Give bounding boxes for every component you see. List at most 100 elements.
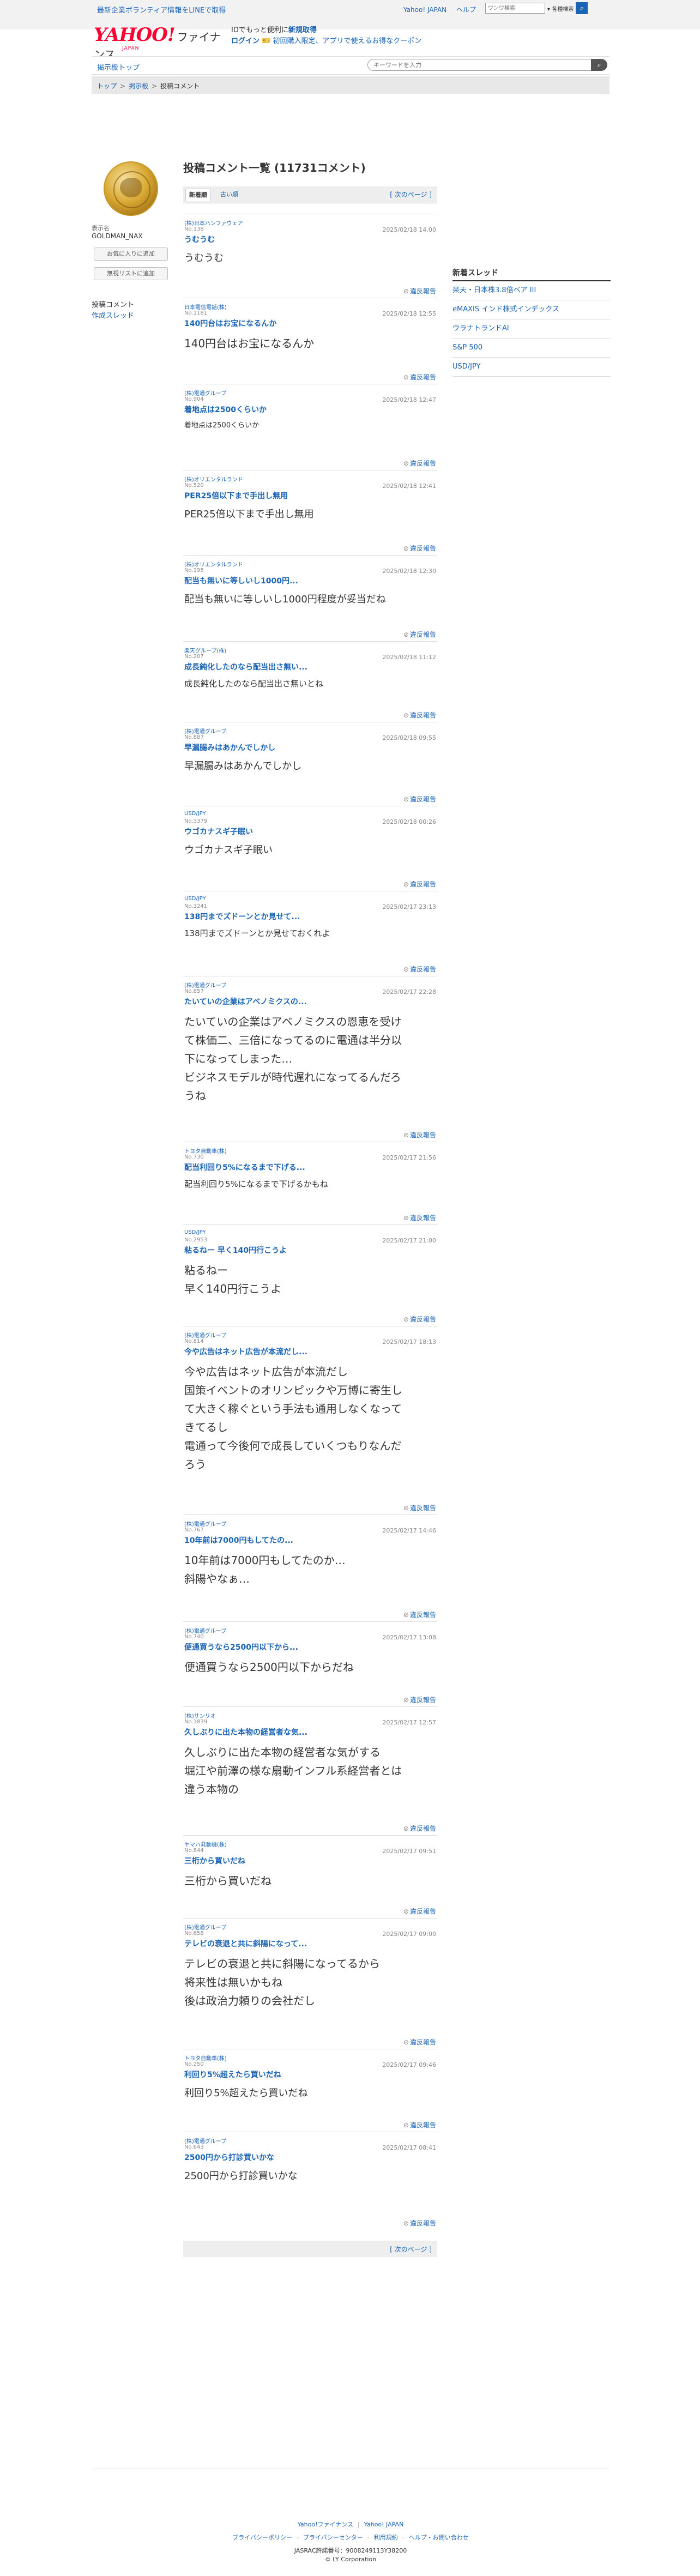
footer-link[interactable]: ヘルプ・お問い合わせ	[409, 2534, 469, 2541]
report-link[interactable]: ⊘ 違反報告	[403, 964, 436, 974]
post-body-line: 利回り5%超えたら買いだね	[184, 2088, 308, 2099]
search-option[interactable]: ▾ 各種検索	[547, 4, 574, 13]
post-title-link[interactable]: ウゴカナスギ子眠い	[184, 826, 253, 837]
report-link[interactable]: ⊘ 違反報告	[403, 286, 436, 295]
thread-link[interactable]: USD/JPY	[452, 358, 611, 377]
board-search-button[interactable]: ⌕	[591, 59, 607, 71]
post-title-link[interactable]: 140円台はお宝になるんか	[184, 318, 276, 329]
report-link[interactable]: ⊘ 違反報告	[403, 544, 436, 553]
post-title-link[interactable]: 着地点は2500くらいか	[184, 404, 267, 415]
report-link[interactable]: ⊘ 違反報告	[403, 794, 436, 804]
report-link[interactable]: ⊘ 違反報告	[403, 1695, 436, 1704]
help-link[interactable]: ヘルプ	[456, 6, 476, 14]
report-link[interactable]: ⊘ 違反報告	[403, 1314, 436, 1324]
post-title-link[interactable]: 三桁から買いだね	[184, 1855, 245, 1866]
post-board-link[interactable]: 楽天グループ(株)	[184, 646, 226, 654]
post-board-link[interactable]: トヨタ自動車(株)	[184, 2054, 227, 2062]
post-board-link[interactable]: (株)電通グループ	[184, 389, 226, 397]
footer-link[interactable]: Yahoo! JAPAN	[364, 2521, 404, 2528]
post-title-link[interactable]: PER25倍以下まで手出し無用	[184, 490, 288, 501]
post-title-link[interactable]: 早漏腸みはあかんでしかし	[184, 742, 275, 753]
follow-button[interactable]: お気に入りに追加	[94, 248, 168, 261]
report-link[interactable]: ⊘ 違反報告	[403, 372, 436, 382]
post-title-link[interactable]: 久しぶりに出た本物の経営者な気...	[184, 1727, 307, 1738]
report-link[interactable]: ⊘ 違反報告	[403, 1907, 436, 1916]
post-board-link[interactable]: (株)オリエンタルランド	[184, 475, 243, 483]
menu-comments[interactable]: 投稿コメント	[92, 299, 134, 309]
coupon-link[interactable]: 初回購入限定、アプリで使えるお得なクーポン	[273, 37, 421, 45]
post-title-link[interactable]: 利回り5%超えたら買いだね	[184, 2069, 281, 2080]
yahoo-finance-logo[interactable]: YAHOO! ファイナンス JAPAN	[94, 24, 230, 61]
post-board-link[interactable]: (株)電通グループ	[184, 1519, 226, 1528]
post-board-link[interactable]: (株)電通グループ	[184, 2137, 226, 2145]
post-body: 10年前は7000円もしてたのか… 斜陽やなぁ…	[184, 1551, 346, 1588]
report-link[interactable]: ⊘ 違反報告	[403, 2218, 436, 2228]
report-link[interactable]: ⊘ 違反報告	[403, 2037, 436, 2047]
post-title-link[interactable]: たいていの企業はアベノミクスの...	[184, 996, 307, 1007]
thread-link[interactable]: eMAXIS インド株式インデックス	[452, 300, 611, 319]
post-title-link[interactable]: 2500円から打診買いかな	[184, 2152, 274, 2163]
footer-link[interactable]: プライバシーポリシー	[232, 2534, 292, 2541]
post-title-link[interactable]: 配当利回り5%になるまで下げる...	[184, 1162, 305, 1173]
thread-link[interactable]: 楽天・日本株3.8倍ベア III	[452, 281, 611, 300]
register-link[interactable]: 新規取得	[288, 26, 317, 34]
report-link[interactable]: ⊘ 違反報告	[403, 2120, 436, 2129]
post-title-link[interactable]: うむうむ	[184, 234, 215, 245]
tab-newest[interactable]: 新着順	[185, 189, 211, 201]
thread-link[interactable]: S&P 500	[452, 339, 611, 358]
report-link[interactable]: ⊘ 違反報告	[403, 879, 436, 889]
post-board-link[interactable]: USD/JPY	[184, 896, 206, 902]
post-board-link[interactable]: (株)電通グループ	[184, 1923, 226, 1931]
breadcrumb-board[interactable]: 掲示板	[129, 82, 148, 90]
line-notice-link[interactable]: 最新企業ボランティア情報をLINEで取得	[97, 4, 226, 15]
post-board-link[interactable]: 日本電信電話(株)	[184, 303, 227, 311]
footer-link[interactable]: 利用規約	[374, 2534, 398, 2541]
top-search-button[interactable]: ⌕	[576, 2, 588, 14]
post-title-link[interactable]: 配当も無いに等しいし1000円...	[184, 575, 298, 586]
next-page-link[interactable]: [ 次のページ ]	[390, 2245, 432, 2254]
post-board-link[interactable]: (株)電通グループ	[184, 981, 226, 989]
menu-threads[interactable]: 作成スレッド	[92, 310, 134, 320]
post-title-link[interactable]: 今や広告はネット広告が本流だし...	[184, 1346, 307, 1357]
post-number: No.207	[184, 654, 204, 660]
post-title-link[interactable]: 138円までズドーンとか見せて...	[184, 911, 300, 922]
board-search-input[interactable]	[367, 59, 591, 71]
post-board-link[interactable]: USD/JPY	[184, 811, 206, 817]
post-board-link[interactable]: (株)電通グループ	[184, 1331, 226, 1339]
post-body-line: 国策イベントのオリンピックや万博に寄生し	[184, 1384, 402, 1397]
mute-button[interactable]: 無視リストに追加	[94, 267, 168, 280]
yahoo-japan-link[interactable]: Yahoo! JAPAN	[403, 6, 446, 14]
report-link[interactable]: ⊘ 違反報告	[403, 1610, 436, 1619]
post-title-link[interactable]: 粘るねー 早く140円行こうよ	[184, 1245, 287, 1256]
post-title-link[interactable]: テレビの衰退と共に斜陽になって...	[184, 1938, 307, 1949]
post-body-line: 配当も無いに等しいし1000円程度が妥当だね	[184, 594, 386, 605]
post-board-link[interactable]: USD/JPY	[184, 1229, 206, 1235]
breadcrumb-top[interactable]: トップ	[97, 82, 117, 90]
footer-link[interactable]: Yahoo!ファイナンス	[298, 2521, 353, 2528]
board-home-link[interactable]: 掲示板トップ	[97, 62, 140, 72]
post-board-link[interactable]: トヨタ自動車(株)	[184, 1147, 227, 1155]
post-board-link[interactable]: (株)サンリオ	[184, 1711, 216, 1720]
top-search-input[interactable]	[485, 3, 545, 14]
report-link[interactable]: ⊘ 違反報告	[403, 459, 436, 468]
post-board-link[interactable]: (株)日本ハンファウェア	[184, 219, 243, 227]
post-title-link[interactable]: 10年前は7000円もしてたの...	[184, 1535, 293, 1546]
footer-link[interactable]: プライバシーセンター	[303, 2534, 363, 2541]
post-board-link[interactable]: (株)電通グループ	[184, 727, 226, 735]
report-link[interactable]: ⊘ 違反報告	[403, 630, 436, 639]
post-title-link[interactable]: 便通買うなら2500円以下から...	[184, 1642, 298, 1652]
login-link[interactable]: ログイン	[231, 37, 260, 45]
tab-oldest[interactable]: 古い順	[217, 189, 242, 201]
post-title-link[interactable]: 成長鈍化したのなら配当出さ無い...	[184, 661, 307, 672]
report-link[interactable]: ⊘ 違反報告	[403, 710, 436, 720]
report-link[interactable]: ⊘ 違反報告	[403, 1130, 436, 1139]
report-label: 違反報告	[409, 1131, 436, 1139]
post-board-link[interactable]: (株)オリエンタルランド	[184, 560, 243, 568]
next-page-link[interactable]: [ 次のページ ]	[390, 190, 432, 199]
thread-link[interactable]: ウラナトランドAI	[452, 319, 611, 339]
post-board-link[interactable]: (株)電通グループ	[184, 1626, 226, 1634]
report-link[interactable]: ⊘ 違反報告	[403, 1503, 436, 1512]
report-link[interactable]: ⊘ 違反報告	[403, 1213, 436, 1222]
post-board-link[interactable]: ヤマハ発動機(株)	[184, 1840, 227, 1848]
report-link[interactable]: ⊘ 違反報告	[403, 1824, 436, 1833]
